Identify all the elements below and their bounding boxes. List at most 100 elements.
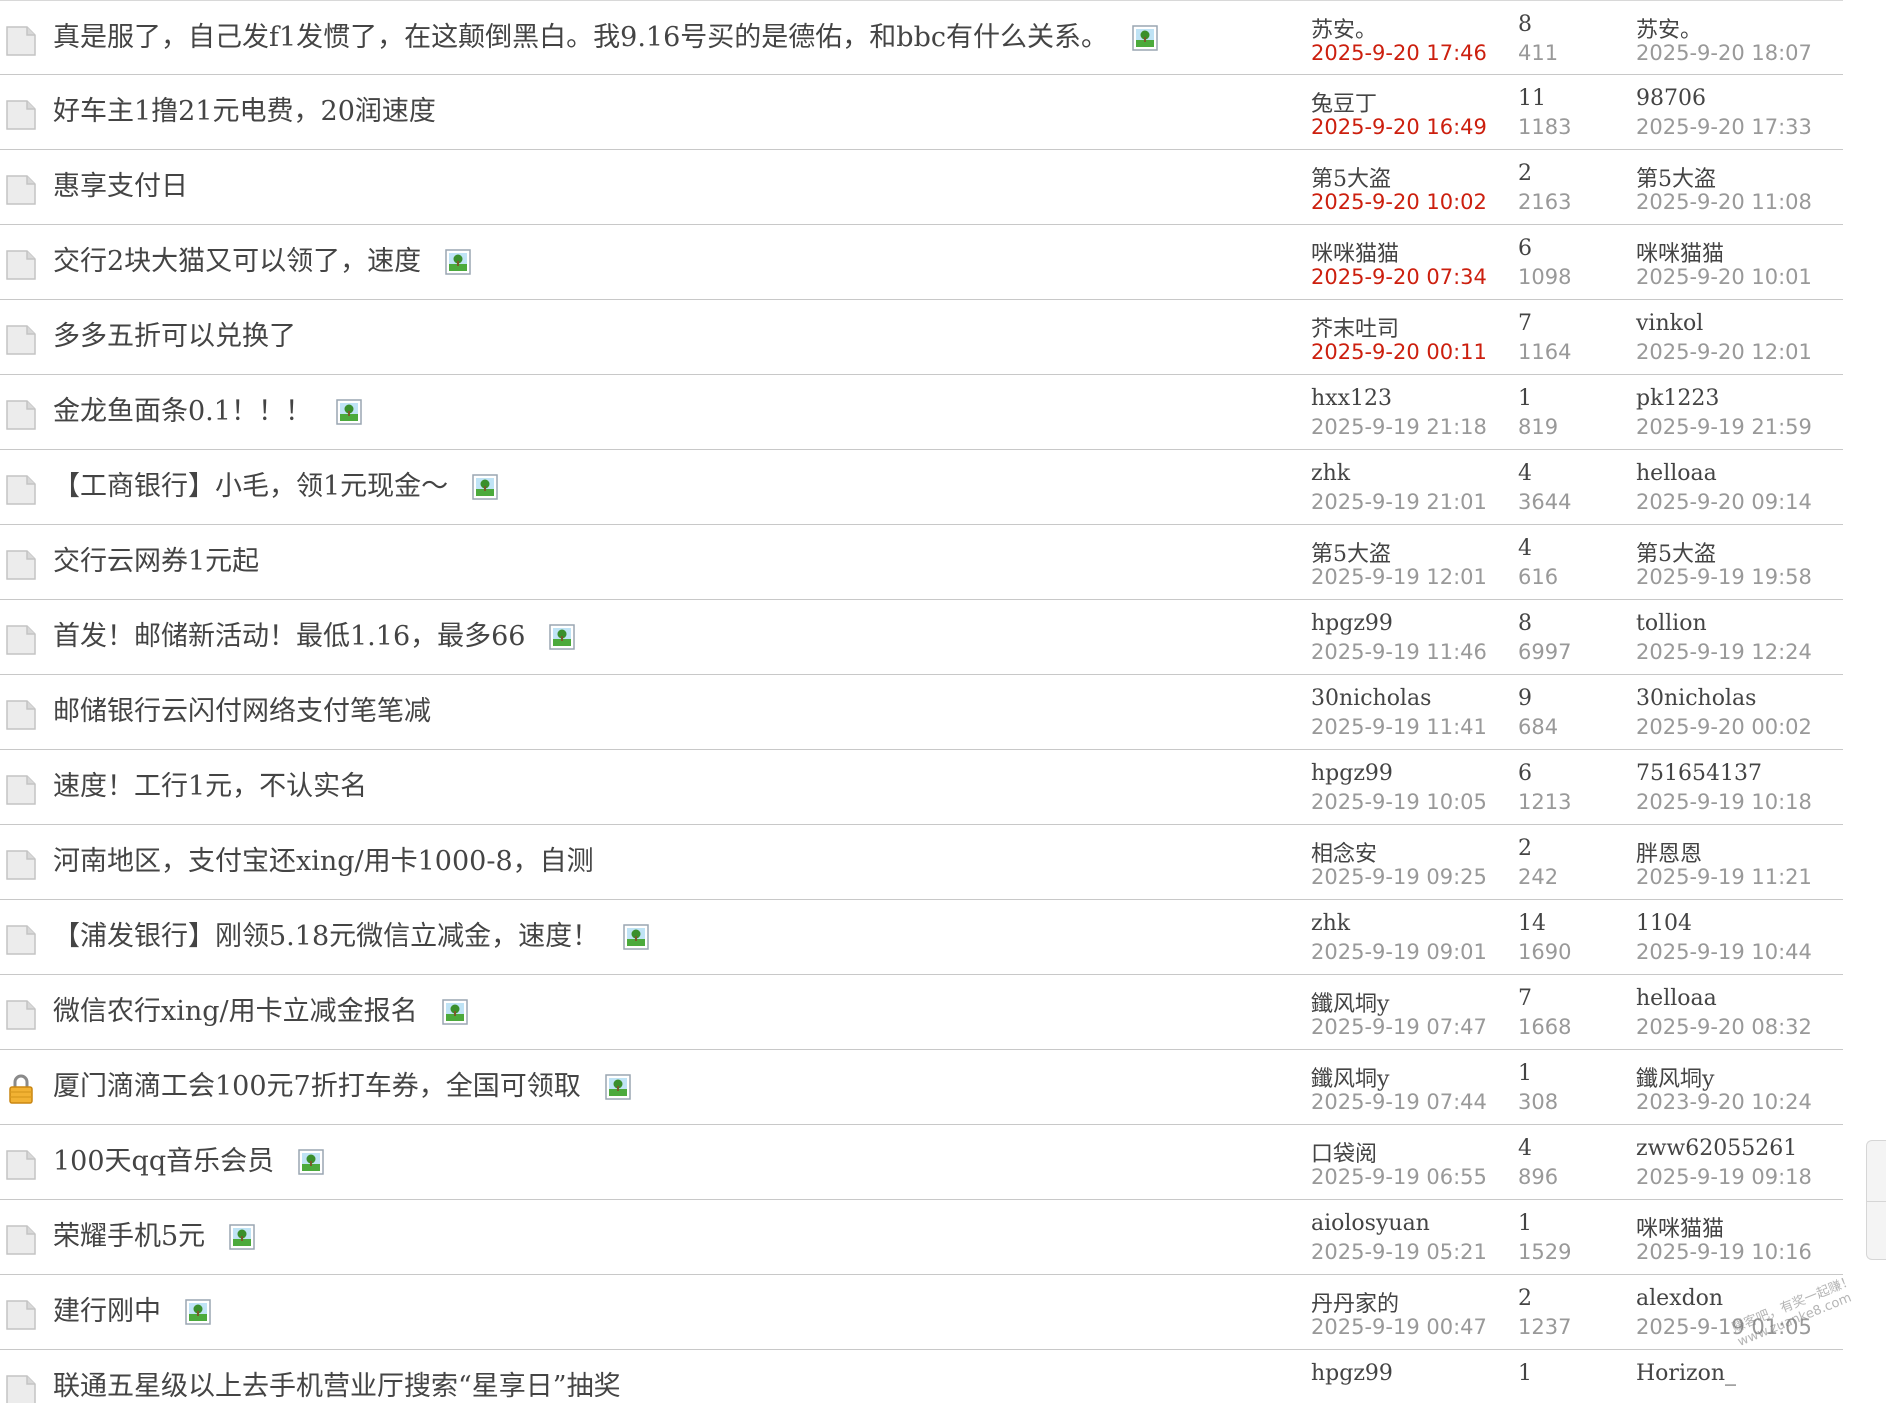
last-reply-time[interactable]: 2025-9-20 08:32 [1636,1015,1812,1039]
thread-title-link[interactable]: 【工商银行】小毛，领1元现金～ [53,469,448,505]
last-reply-time[interactable]: 2025-9-20 09:14 [1636,490,1812,514]
thread-title-link[interactable]: 建行刚中 [53,1294,161,1330]
thread-title-link[interactable]: 好车主1撸21元电费，20润速度 [53,94,436,130]
folder-icon[interactable] [5,697,37,731]
folder-icon[interactable] [5,847,37,881]
last-reply-user[interactable]: helloaa [1636,461,1717,486]
author-name[interactable]: 第5大盗 [1311,536,1391,568]
author-name[interactable]: hpgz99 [1311,761,1393,786]
last-reply-user[interactable]: 第5大盗 [1636,161,1716,193]
thread-title-link[interactable]: 荣耀手机5元 [53,1219,205,1255]
thread-title-link[interactable]: 【浦发银行】刚领5.18元微信立减金，速度！ [53,919,599,955]
thread-title-link[interactable]: 微信农行xing/用卡立减金报名 [53,994,418,1030]
author-name[interactable]: 鑯风垌y [1311,986,1389,1018]
scrollbar[interactable] [1866,1140,1886,1260]
folder-icon[interactable] [5,547,37,581]
author-name[interactable]: hpgz99 [1311,611,1393,636]
author-name[interactable]: 兔豆丁 [1311,86,1377,118]
author-name[interactable]: zhk [1311,461,1350,486]
reply-count: 4 [1518,461,1532,486]
reply-count: 9 [1518,686,1532,711]
folder-icon[interactable] [5,1297,37,1331]
last-reply-time[interactable]: 2025-9-19 21:59 [1636,415,1812,439]
thread-title-link[interactable]: 河南地区，支付宝还xing/用卡1000-8，自测 [53,844,594,880]
last-reply-time[interactable]: 2025-9-19 01:05 [1636,1315,1812,1339]
thread-title-link[interactable]: 联通五星级以上去手机营业厅搜索“星享日”抽奖 [53,1369,621,1403]
last-reply-user[interactable]: 1104 [1636,911,1692,936]
author-name[interactable]: 芥末吐司 [1311,311,1399,343]
folder-icon[interactable] [5,1147,37,1181]
last-reply-time[interactable]: 2025-9-20 17:33 [1636,115,1812,139]
last-reply-user[interactable]: helloaa [1636,986,1717,1011]
last-reply-time[interactable]: 2025-9-19 10:18 [1636,790,1812,814]
folder-icon[interactable] [5,922,37,956]
folder-icon[interactable] [5,23,37,57]
author-name[interactable]: 30nicholas [1311,686,1431,711]
last-reply-time[interactable]: 2025-9-20 10:01 [1636,265,1812,289]
folder-icon[interactable] [5,472,37,506]
last-reply-time[interactable]: 2025-9-19 10:44 [1636,940,1812,964]
lock-icon[interactable] [5,1072,37,1106]
last-reply-time[interactable]: 2025-9-19 10:16 [1636,1240,1812,1264]
thread-title-link[interactable]: 邮储银行云闪付网络支付笔笔减 [53,694,431,730]
author-name[interactable]: 第5大盗 [1311,161,1391,193]
last-reply-user[interactable]: 胖恩恩 [1636,836,1702,868]
last-reply-time[interactable]: 2025-9-20 11:08 [1636,190,1812,214]
last-reply-user[interactable]: 咪咪猫猫 [1636,1211,1724,1243]
last-reply-user[interactable]: alexdon [1636,1286,1723,1311]
last-reply-user[interactable]: Horizon_ [1636,1361,1736,1386]
last-reply-user[interactable]: pk1223 [1636,386,1719,411]
thread-title-link[interactable]: 惠享支付日 [53,169,188,205]
thread-title-link[interactable]: 厦门滴滴工会100元7折打车券，全国可领取 [53,1069,581,1105]
thread-subject-cell: 交行2块大猫又可以领了，速度 [53,244,471,280]
last-reply-user[interactable]: 751654137 [1636,761,1762,786]
folder-icon[interactable] [5,97,37,131]
last-reply-user[interactable]: 30nicholas [1636,686,1756,711]
folder-icon[interactable] [5,622,37,656]
last-reply-user[interactable]: zww62055261 [1636,1136,1797,1161]
author-name[interactable]: hpgz99 [1311,1361,1393,1386]
last-reply-time[interactable]: 2023-9-20 10:24 [1636,1090,1812,1114]
last-reply-user[interactable]: 苏安。 [1636,12,1702,44]
last-reply-time[interactable]: 2025-9-20 12:01 [1636,340,1812,364]
last-reply-time[interactable]: 2025-9-19 09:18 [1636,1165,1812,1189]
author-name[interactable]: 苏安。 [1311,12,1377,44]
last-reply-time[interactable]: 2025-9-20 18:07 [1636,41,1812,65]
thread-title-link[interactable]: 交行云网券1元起 [53,544,259,580]
last-reply-user[interactable]: 咪咪猫猫 [1636,236,1724,268]
thread-title-link[interactable]: 首发！邮储新活动！最低1.16，最多66 [53,619,525,655]
folder-icon[interactable] [5,1372,37,1403]
author-name[interactable]: 相念安 [1311,836,1377,868]
author-name[interactable]: aiolosyuan [1311,1211,1430,1236]
folder-icon[interactable] [5,397,37,431]
image-attachment-icon [441,999,468,1025]
thread-title-link[interactable]: 100天qq音乐会员 [53,1144,274,1180]
author-name[interactable]: 丹丹家的 [1311,1286,1399,1318]
folder-icon[interactable] [5,172,37,206]
folder-icon[interactable] [5,772,37,806]
author-name[interactable]: hxx123 [1311,386,1392,411]
author-name[interactable]: 口袋阅 [1311,1136,1377,1168]
last-reply-time[interactable]: 2025-9-19 12:24 [1636,640,1812,664]
thread-row: 好车主1撸21元电费，20润速度 兔豆丁 2025-9-20 16:49 11 1183… [0,75,1843,150]
last-reply-time[interactable]: 2025-9-19 19:58 [1636,565,1812,589]
last-reply-user[interactable]: 98706 [1636,86,1706,111]
folder-icon[interactable] [5,997,37,1031]
thread-title-link[interactable]: 交行2块大猫又可以领了，速度 [53,244,421,280]
last-reply-time[interactable]: 2025-9-19 11:21 [1636,865,1812,889]
last-reply-user[interactable]: 第5大盗 [1636,536,1716,568]
author-name[interactable]: zhk [1311,911,1350,936]
folder-icon[interactable] [5,247,37,281]
author-name[interactable]: 鑯风垌y [1311,1061,1389,1093]
last-reply-user[interactable]: tollion [1636,611,1707,636]
folder-icon[interactable] [5,322,37,356]
folder-icon[interactable] [5,1222,37,1256]
author-name[interactable]: 咪咪猫猫 [1311,236,1399,268]
thread-title-link[interactable]: 真是服了，自己发f1发惯了，在这颠倒黑白。我9.16号买的是德佑，和bbc有什么… [53,20,1108,56]
thread-title-link[interactable]: 速度！工行1元，不认实名 [53,769,367,805]
thread-title-link[interactable]: 多多五折可以兑换了 [53,319,296,355]
last-reply-user[interactable]: 鑯风垌y [1636,1061,1714,1093]
thread-title-link[interactable]: 金龙鱼面条0.1！！！ [53,394,312,430]
last-reply-user[interactable]: vinkol [1636,311,1703,336]
last-reply-time[interactable]: 2025-9-20 00:02 [1636,715,1812,739]
